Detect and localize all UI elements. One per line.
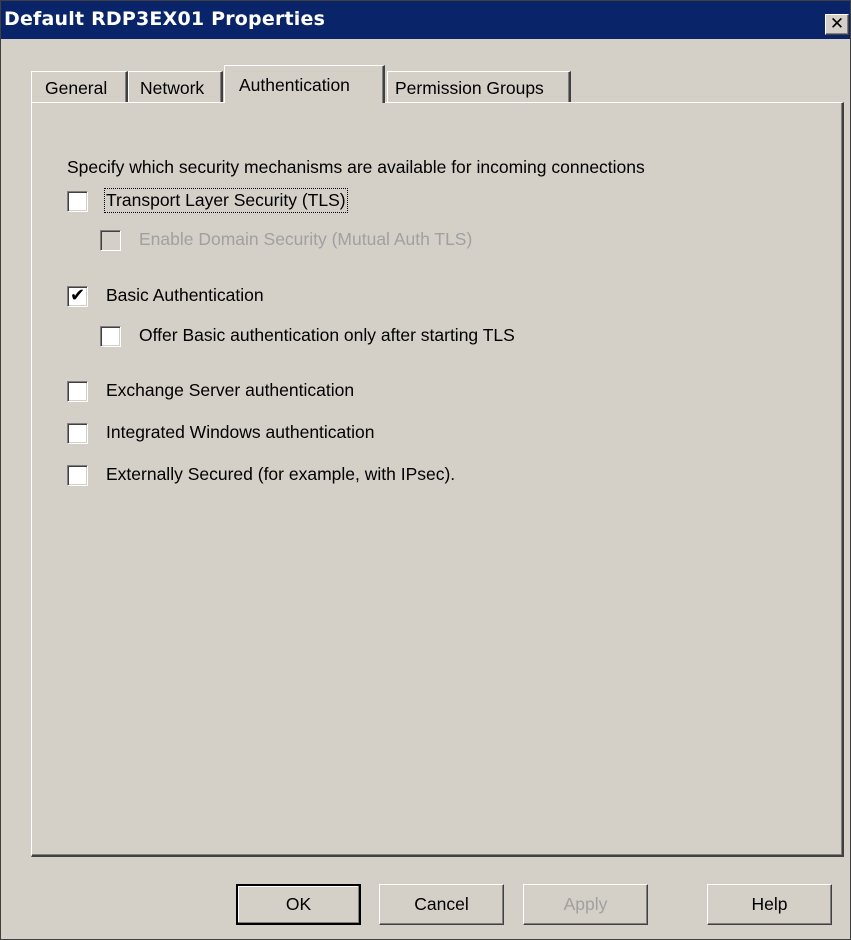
tab-permission-groups[interactable]: Permission Groups [387, 71, 571, 103]
tab-general[interactable]: General [31, 71, 128, 103]
integrated-windows-auth-label[interactable]: Integrated Windows authentication [106, 422, 375, 443]
basic-after-tls-label[interactable]: Offer Basic authentication only after st… [139, 325, 515, 346]
auth-intro-text: Specify which security mechanisms are av… [67, 157, 645, 177]
externally-secured-label[interactable]: Externally Secured (for example, with IP… [106, 464, 455, 485]
apply-button: Apply [523, 884, 648, 925]
tab-network[interactable]: Network [128, 71, 223, 103]
tab-general-label: General [45, 78, 108, 98]
tab-authentication-label: Authentication [239, 75, 350, 95]
basic-after-tls-checkbox[interactable] [100, 326, 121, 347]
properties-dialog: Default RDP3EX01 Properties ✕ General Ne… [0, 0, 851, 940]
tab-authentication[interactable]: Authentication [224, 65, 385, 103]
domain-security-label: Enable Domain Security (Mutual Auth TLS) [139, 229, 473, 249]
help-button[interactable]: Help [707, 884, 832, 925]
exchange-server-auth-label[interactable]: Exchange Server authentication [106, 380, 354, 401]
externally-secured-checkbox[interactable] [67, 465, 88, 486]
integrated-windows-auth-checkbox[interactable] [67, 423, 88, 444]
ok-button[interactable]: OK [236, 884, 361, 925]
close-button[interactable]: ✕ [825, 14, 849, 35]
basic-auth-label[interactable]: Basic Authentication [106, 285, 264, 306]
title-bar[interactable]: Default RDP3EX01 Properties ✕ [1, 1, 850, 39]
cancel-button[interactable]: Cancel [379, 884, 504, 925]
tls-checkbox[interactable] [67, 191, 88, 212]
close-icon: ✕ [829, 14, 845, 34]
domain-security-checkbox [100, 230, 121, 251]
window-title: Default RDP3EX01 Properties [4, 8, 326, 30]
exchange-server-auth-checkbox[interactable] [67, 381, 88, 402]
tab-network-label: Network [140, 78, 205, 98]
tls-label[interactable]: Transport Layer Security (TLS) [104, 188, 348, 213]
basic-auth-checkbox[interactable]: ✔ [67, 285, 88, 307]
check-icon: ✔ [70, 285, 86, 306]
tab-permission-groups-label: Permission Groups [395, 78, 544, 98]
